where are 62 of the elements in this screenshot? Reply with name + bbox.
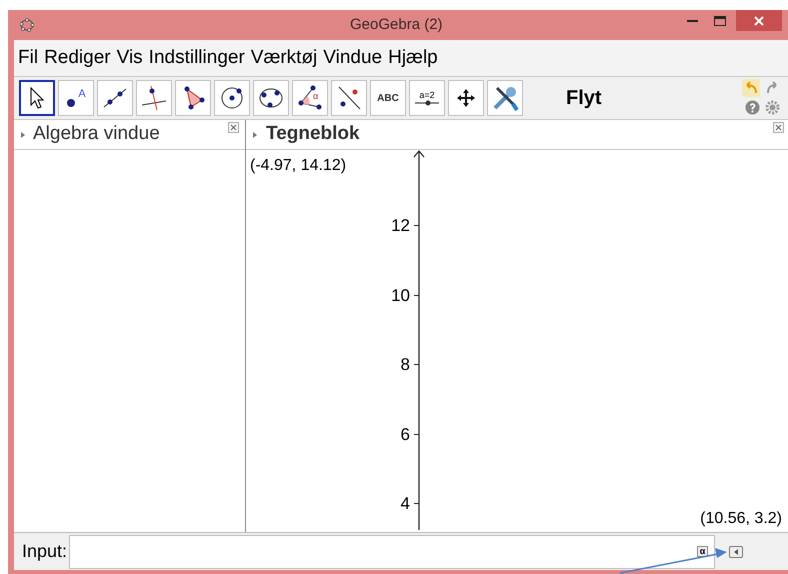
wrench-screwdriver-icon — [491, 84, 519, 112]
tool-button[interactable] — [448, 80, 484, 116]
perpendicular-line-icon — [141, 85, 167, 111]
menu-item[interactable]: Rediger — [44, 44, 111, 72]
tool-button[interactable]: ABC — [370, 80, 406, 116]
tick-mark — [414, 225, 419, 226]
tick-label: 6 — [400, 424, 410, 446]
tool-button[interactable] — [487, 80, 523, 116]
tool-button[interactable] — [175, 80, 211, 116]
tool-label: α — [313, 92, 318, 101]
tool-button[interactable] — [214, 80, 250, 116]
move-icon — [456, 88, 476, 108]
help-toggle-button[interactable] — [729, 546, 744, 558]
tick-mark — [414, 434, 419, 435]
menu-item[interactable]: Hjælp — [388, 44, 438, 72]
tool-label: ABC — [377, 92, 399, 106]
corner-coordinates: (-4.97, 14.12) — [250, 156, 346, 176]
pointer-icon — [29, 87, 45, 109]
collapse-arrow-icon[interactable] — [20, 130, 26, 138]
tick-label: 8 — [400, 354, 410, 376]
tool-label: A — [78, 88, 86, 100]
tool-button[interactable] — [331, 80, 367, 116]
panel-title: Tegneblok — [266, 122, 360, 146]
close-button[interactable] — [736, 10, 782, 31]
window-title: GeoGebra (2) — [350, 14, 443, 35]
menu-item[interactable]: Indstillinger — [148, 44, 245, 72]
menu-item[interactable]: Vis — [116, 44, 143, 72]
input-label: Input: — [22, 540, 68, 563]
symbol-button[interactable]: α — [697, 546, 708, 557]
menu-item[interactable]: Værktøj — [250, 44, 318, 72]
tick-label: 12 — [390, 215, 410, 237]
tool-label: a=2 — [419, 90, 435, 100]
corner-coordinates: (10.56, 3.2) — [700, 509, 782, 529]
tick-label: 10 — [390, 284, 410, 306]
app-logo-icon — [20, 18, 34, 32]
menu-item[interactable]: Vindue — [323, 44, 382, 72]
help-icon[interactable] — [745, 100, 760, 115]
tool-button[interactable]: A — [58, 80, 94, 116]
close-icon[interactable] — [228, 122, 239, 133]
triangle-icon — [734, 548, 739, 554]
tool-button[interactable]: a=2 — [409, 80, 445, 116]
tool-name: Flyt — [566, 86, 602, 111]
slider-icon — [414, 100, 440, 106]
tick-mark — [414, 294, 419, 296]
close-icon[interactable] — [773, 122, 784, 133]
circle-icon — [219, 85, 245, 111]
tick-label: 4 — [400, 493, 410, 515]
tick-mark — [414, 503, 419, 504]
tool-button[interactable] — [19, 80, 55, 116]
tick-mark — [414, 364, 419, 366]
tool-button[interactable] — [136, 80, 172, 116]
angle-icon — [297, 85, 323, 111]
reflect-icon — [336, 85, 362, 111]
tool-button[interactable]: α — [292, 80, 328, 116]
point-icon — [66, 98, 76, 108]
panel-title: Algebra vindue — [33, 122, 160, 146]
input-field[interactable]: α — [69, 534, 716, 568]
collapse-arrow-icon[interactable] — [252, 130, 258, 138]
tool-button[interactable] — [253, 80, 289, 116]
menu-item[interactable]: Fil — [18, 44, 38, 72]
tool-button[interactable] — [97, 80, 133, 116]
close-icon — [754, 16, 764, 26]
